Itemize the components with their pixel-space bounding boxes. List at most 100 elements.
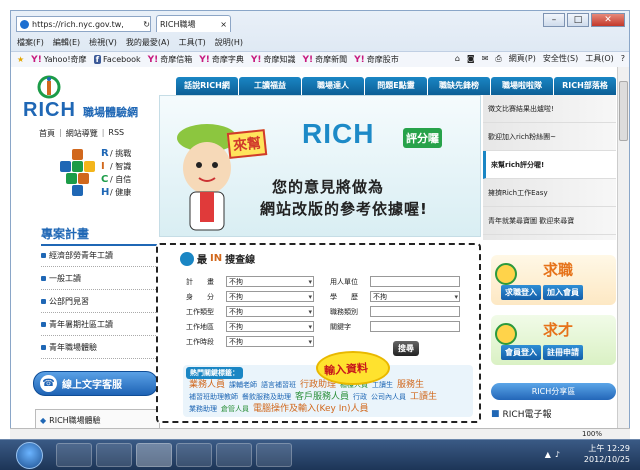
area-select[interactable]: 不拘 [226, 321, 314, 332]
menu-help[interactable]: 說明(H) [215, 36, 243, 50]
taskbar-folder-icon[interactable] [96, 443, 132, 467]
zoom-level[interactable]: 100% [582, 430, 602, 438]
link-sitemap[interactable]: 網站導覽 [66, 128, 98, 139]
hot-tag[interactable]: 電腦操作及輸入(Key In)人員 [253, 404, 369, 414]
seeker-join-button[interactable]: 加入會員 [543, 285, 583, 300]
feeds-icon[interactable]: ◙ [467, 54, 475, 63]
news-item[interactable]: 徵文比賽結果出爐啦! [483, 95, 616, 123]
yahoo-icon: Y! [31, 54, 42, 65]
nav-item[interactable]: 職場啦啦隊 [491, 77, 553, 95]
volume-icon[interactable]: ♪ [555, 450, 560, 459]
register-button[interactable]: 註冊申請 [543, 345, 583, 360]
project-item[interactable]: 青年職場體驗 [41, 336, 166, 359]
banner-sign-right: 評分囉 [403, 128, 442, 148]
refresh-icon[interactable]: ↻ [143, 20, 150, 29]
fav-dict[interactable]: Y! 奇摩字典 [199, 54, 244, 65]
site-logo[interactable]: RICH 職場體驗網 [23, 75, 163, 121]
nav-item[interactable]: 工讀福益 [239, 77, 301, 95]
nav-item[interactable]: RICH部落格 [554, 77, 616, 95]
fav-news[interactable]: Y! 奇摩新聞 [303, 54, 348, 65]
hot-tag[interactable]: 客戶服務人員 [295, 392, 349, 402]
link-rss[interactable]: RSS [108, 128, 124, 139]
promo-banner[interactable]: 來幫 RICH 評分囉 您的意見將做為 網站改版的參考依據喔! [159, 95, 481, 237]
fav-mail[interactable]: Y! 奇摩信箱 [148, 54, 193, 65]
hot-tag[interactable]: 倉管人員 [221, 405, 249, 413]
logo-subtitle: 職場體驗網 [83, 106, 138, 119]
nav-item[interactable]: 問題E點靈 [365, 77, 427, 95]
link-home[interactable]: 首頁 [39, 128, 55, 139]
close-tab-icon[interactable]: × [220, 20, 227, 29]
favorites-star-icon[interactable]: ★ [17, 55, 24, 64]
menu-favorites[interactable]: 我的最愛(A) [126, 36, 170, 50]
clock[interactable]: 上午 12:29 2012/10/25 [584, 443, 630, 465]
hot-tag[interactable]: 服務生 [397, 380, 424, 390]
hot-tag[interactable]: 行政助理 [300, 380, 336, 390]
seeker-login-button[interactable]: 求職登入 [501, 285, 541, 300]
project-item[interactable]: 經濟部勞青年工讀 [41, 244, 166, 267]
menu-edit[interactable]: 編輯(E) [53, 36, 80, 50]
scroll-thumb[interactable] [619, 81, 628, 141]
taskbar-paint-icon[interactable] [256, 443, 292, 467]
newsletter-link[interactable]: ■ RICH電子報 [491, 407, 551, 421]
network-icon[interactable]: ▲ [545, 450, 551, 459]
employer-input[interactable] [370, 276, 460, 287]
maximize-icon[interactable]: □ [567, 13, 589, 27]
identity-select[interactable]: 不拘 [226, 291, 314, 302]
nav-item[interactable]: 話說RICH網 [176, 77, 238, 95]
fav-knowledge[interactable]: Y! 奇摩知識 [251, 54, 296, 65]
hot-tag[interactable]: 行政 [353, 393, 367, 401]
hot-tag[interactable]: 餐飲服務及助理 [242, 393, 291, 401]
address-url[interactable]: https://rich.nyc.gov.tw, [32, 20, 140, 29]
news-item[interactable]: 青年就業尋寶圖 歡迎來尋寶 [483, 207, 616, 235]
news-item[interactable]: 擁擠Rich工作Easy [483, 179, 616, 207]
browser-tab[interactable]: RICH職場 × [156, 15, 231, 32]
taskbar-ie-icon[interactable] [136, 443, 172, 467]
hot-tag[interactable]: 工讀生 [410, 392, 437, 402]
address-bar[interactable]: https://rich.nyc.gov.tw, ↻ [16, 16, 151, 32]
share-area-button[interactable]: RICH分享區 [491, 383, 616, 400]
taskbar-explorer-icon[interactable] [56, 443, 92, 467]
category-input[interactable] [370, 306, 460, 317]
safety-menu[interactable]: 安全性(S) [543, 53, 578, 64]
hot-tag[interactable]: 補習班助理教師 [189, 393, 238, 401]
menu-tools[interactable]: 工具(T) [179, 36, 206, 50]
keyword-input[interactable] [370, 321, 460, 332]
hot-tag[interactable]: 業務助理 [189, 405, 217, 413]
nav-item[interactable]: 職缺先鋒榜 [428, 77, 490, 95]
search-button[interactable]: 搜尋 [393, 341, 419, 356]
news-item-active[interactable]: 來幫rich評分喔! [483, 151, 616, 179]
nav-item[interactable]: 職場達人 [302, 77, 364, 95]
mail-icon[interactable]: ✉ [482, 54, 489, 63]
fav-yahoo[interactable]: Y! Yahoo!奇摩 [31, 54, 86, 65]
hot-tag[interactable]: 工讀生 [372, 381, 393, 389]
help-icon[interactable]: ? [621, 54, 625, 63]
education-select[interactable]: 不拘 [370, 291, 460, 302]
member-login-button[interactable]: 會員登入 [501, 345, 541, 360]
project-item[interactable]: 青年暑期社區工讀 [41, 313, 166, 336]
tools-menu[interactable]: 工具(O) [585, 53, 614, 64]
fav-stock[interactable]: Y! 奇摩股市 [354, 54, 399, 65]
close-icon[interactable]: ✕ [591, 13, 625, 27]
plan-select[interactable]: 不拘 [226, 276, 314, 287]
start-button[interactable] [16, 442, 43, 469]
page-menu[interactable]: 網頁(P) [509, 53, 536, 64]
minimize-icon[interactable]: – [543, 13, 565, 27]
print-icon[interactable]: ⎙ [495, 54, 501, 64]
menu-file[interactable]: 檔案(F) [17, 36, 44, 50]
project-item[interactable]: 公部門見習 [41, 290, 166, 313]
hot-tag[interactable]: 語言補習班 [261, 381, 296, 389]
hot-tag[interactable]: 業務人員 [189, 380, 225, 390]
project-item[interactable]: 一般工讀 [41, 267, 166, 290]
hot-tag[interactable]: 課輔老師 [229, 381, 257, 389]
taskbar-chrome-icon[interactable] [216, 443, 252, 467]
home-icon[interactable]: ⌂ [455, 54, 460, 63]
hot-tag[interactable]: 公司內人員 [371, 393, 406, 401]
taskbar-media-icon[interactable] [176, 443, 212, 467]
news-item[interactable]: 歡迎加入rich粉絲團~ [483, 123, 616, 151]
fav-facebook[interactable]: f Facebook [93, 55, 141, 64]
time-select[interactable]: 不拘 [226, 336, 314, 347]
jobtype-select[interactable]: 不拘 [226, 306, 314, 317]
chat-service-button[interactable]: ☎ 線上文字客服 [33, 371, 158, 396]
menu-view[interactable]: 檢視(V) [89, 36, 117, 50]
vertical-scrollbar[interactable] [617, 67, 629, 436]
